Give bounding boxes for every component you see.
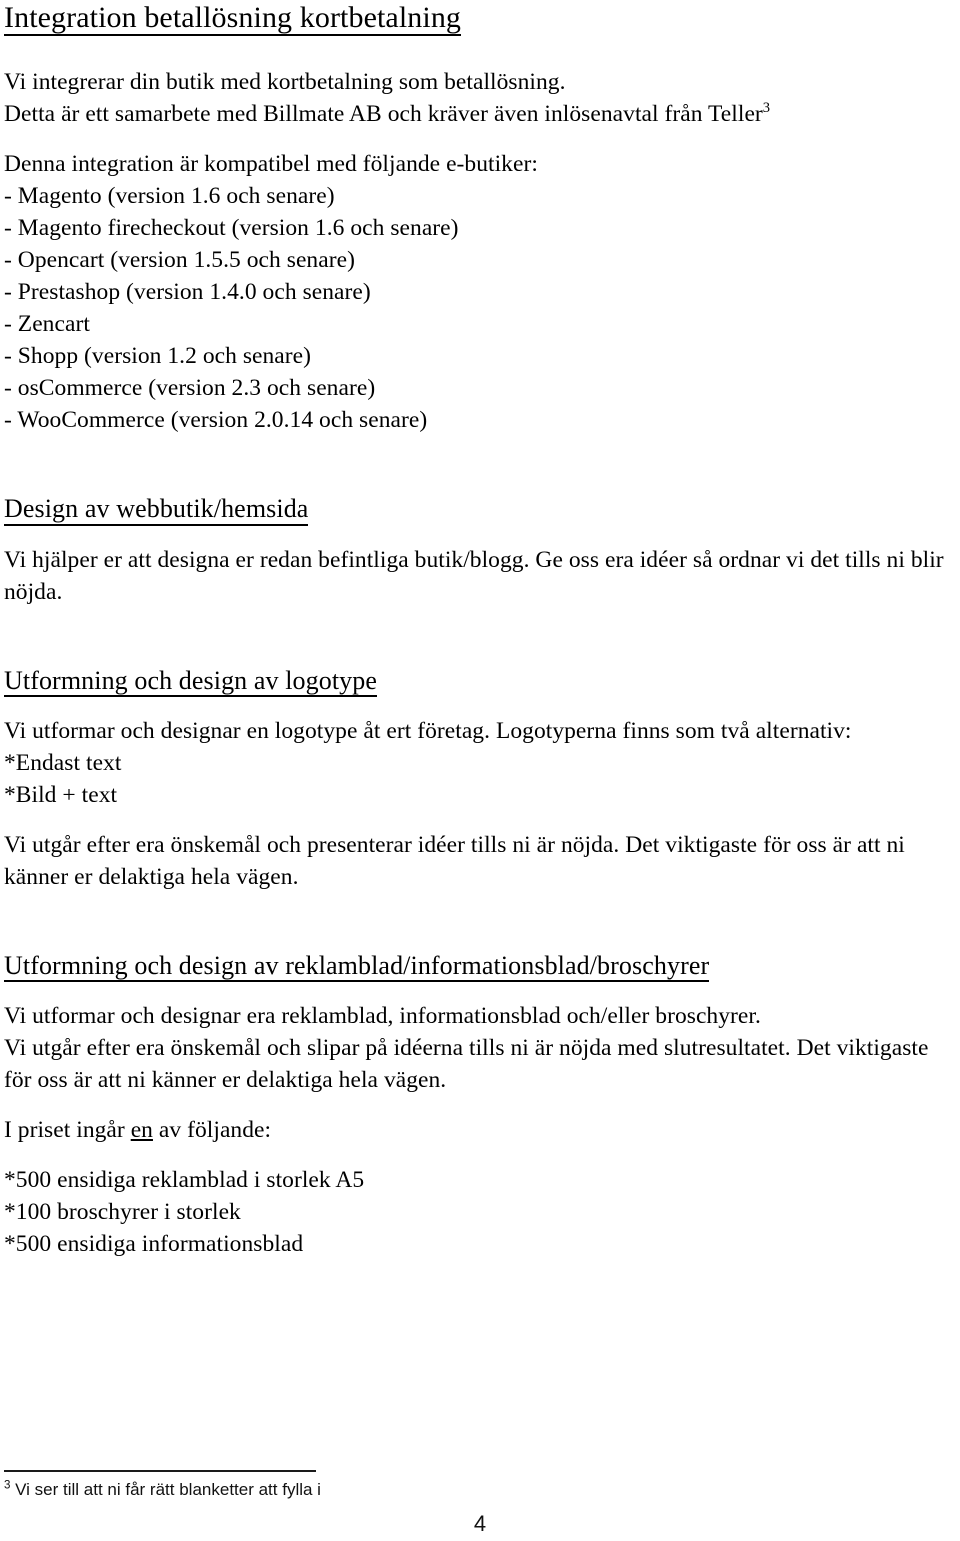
list-item: - Prestashop (version 1.4.0 och senare)	[4, 279, 371, 306]
logotype-option: *Endast text	[4, 749, 122, 776]
intro-line-2-text: Detta är ett samarbete med Billmate AB o…	[4, 101, 763, 128]
section-heading-reklamblad: Utformning och design av reklamblad/info…	[4, 951, 710, 982]
list-item: - Zencart	[4, 311, 90, 338]
section-heading-row-logotype: Utformning och design av logotype	[4, 666, 954, 697]
list-item: - Magento (version 1.6 och senare)	[4, 183, 335, 210]
section-body-reklamblad-1: Vi utformar och designar era reklamblad,…	[4, 1002, 761, 1029]
section-body-logotype-process: Vi utgår efter era önskemål och presente…	[4, 831, 905, 890]
list-item: - osCommerce (version 2.3 och senare)	[4, 375, 376, 402]
list-item: - WooCommerce (version 2.0.14 och senare…	[4, 407, 428, 434]
section-heading-row-reklamblad: Utformning och design av reklamblad/info…	[4, 951, 954, 982]
supported-shops-list: - Magento (version 1.6 och senare) - Mag…	[4, 180, 954, 436]
price-includes-emphasis: en	[130, 1116, 153, 1143]
section-heading-logotype: Utformning och design av logotype	[4, 666, 378, 697]
page-title: Integration betallösning kortbetalning	[4, 0, 462, 37]
price-list-item: *100 broschyrer i storlek	[4, 1198, 241, 1225]
price-items-list: *500 ensidiga reklamblad i storlek A5 *1…	[4, 1164, 954, 1260]
footnote-reference-3[interactable]: 3	[763, 101, 770, 117]
section-body-logotype-intro: Vi utformar och designar en logotype åt …	[4, 717, 852, 744]
section-heading-row-design-webbutik: Design av webbutik/hemsida	[4, 494, 954, 526]
list-item: - Magento firecheckout (version 1.6 och …	[4, 215, 459, 242]
price-includes-intro: I priset ingår en av följande:	[4, 1114, 954, 1146]
intro-paragraph-line-2: Detta är ett samarbete med Billmate AB o…	[4, 98, 954, 130]
document-page: Integration betallösning kortbetalning V…	[0, 0, 960, 1541]
compatibility-intro: Denna integration är kompatibel med följ…	[4, 151, 538, 178]
page-number: 4	[473, 1511, 487, 1536]
footnote-separator-rule	[4, 1470, 316, 1472]
intro-paragraph-line-1: Vi integrerar din butik med kortbetalnin…	[4, 69, 566, 96]
logotype-option: *Bild + text	[4, 781, 118, 808]
price-list-item: *500 ensidiga informationsblad	[4, 1230, 304, 1257]
price-list-item: *500 ensidiga reklamblad i storlek A5	[4, 1166, 365, 1193]
list-item: - Opencart (version 1.5.5 och senare)	[4, 247, 355, 274]
footnote-entry: 3 Vi ser till att ni får rätt blanketter…	[4, 1479, 954, 1501]
page-title-row: Integration betallösning kortbetalning	[4, 0, 954, 37]
price-includes-after: av följande:	[152, 1116, 272, 1143]
section-body-reklamblad-2: Vi utgår efter era önskemål och slipar p…	[4, 1034, 929, 1093]
footnote-body: Vi ser till att ni får rätt blanketter a…	[10, 1480, 321, 1499]
price-includes-before: I priset ingår	[4, 1116, 131, 1143]
section-heading-design-webbutik: Design av webbutik/hemsida	[4, 494, 309, 526]
list-item: - Shopp (version 1.2 och senare)	[4, 343, 312, 370]
section-body-design-webbutik: Vi hjälper er att designa er redan befin…	[4, 546, 944, 605]
footnote-area: 3 Vi ser till att ni får rätt blanketter…	[4, 1470, 954, 1501]
